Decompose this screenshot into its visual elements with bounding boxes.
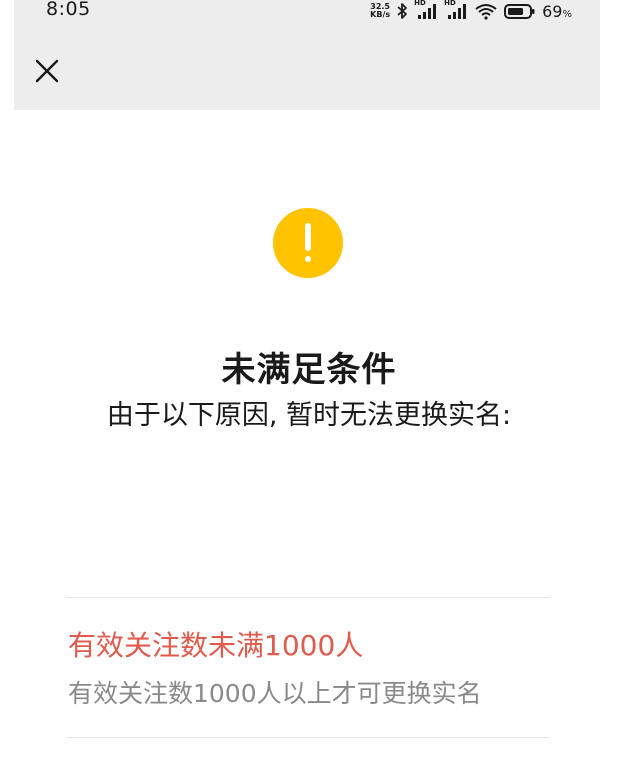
battery-percent-value: 69 — [542, 1, 563, 21]
top-area: 8:05 32.5 KB/s HD HD 69% — [14, 0, 600, 110]
network-speed-unit: KB/s — [370, 10, 391, 19]
network-speed: 32.5 KB/s — [370, 3, 390, 19]
close-button[interactable] — [32, 56, 62, 86]
battery-percent-unit: % — [562, 8, 572, 20]
status-time: 8:05 — [46, 0, 91, 20]
close-icon — [35, 59, 59, 83]
signal-icon-2: HD — [444, 0, 468, 20]
signal-hd-label: HD — [414, 0, 426, 7]
exclamation-bar — [305, 223, 311, 251]
divider-top — [66, 597, 550, 598]
battery-icon — [504, 2, 536, 20]
status-bar: 8:05 32.5 KB/s HD HD 69% — [14, 0, 600, 24]
signal-hd-label-2: HD — [444, 0, 456, 7]
exclamation-dot — [305, 256, 311, 262]
page-subtitle: 由于以下原因, 暂时无法更换实名: — [106, 400, 512, 431]
nav-bar — [14, 40, 600, 100]
wifi-icon — [474, 2, 498, 20]
reason-title: 有效关注数未满1000人 — [68, 629, 364, 662]
page-title: 未满足条件 — [221, 350, 397, 390]
reason-description: 有效关注数1000人以上才可更换实名 — [68, 679, 482, 708]
warning-icon — [273, 208, 343, 278]
signal-icon: HD — [414, 0, 438, 20]
divider-bottom — [66, 737, 550, 738]
screen: 8:05 32.5 KB/s HD HD 69% 未满足条件 由于以下原因, 暂… — [0, 0, 618, 769]
bluetooth-icon — [396, 2, 408, 20]
status-icons: 32.5 KB/s HD HD 69% — [370, 0, 572, 22]
battery-percent: 69% — [542, 2, 572, 21]
